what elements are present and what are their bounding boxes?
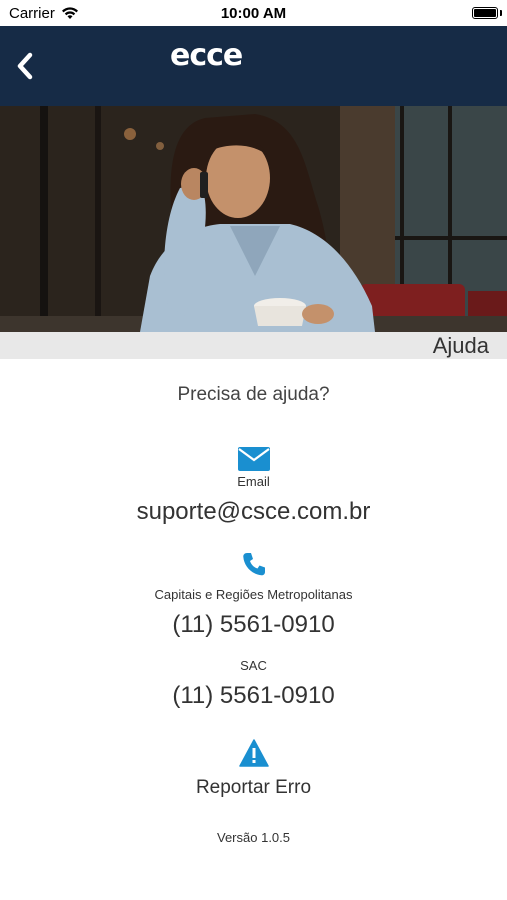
app-version: Versão 1.0.5 <box>217 830 290 845</box>
sac-label: SAC <box>240 658 267 673</box>
phone-icon-wrap <box>0 551 507 577</box>
help-question: Precisa de ajuda? <box>177 384 330 405</box>
hero-photo <box>0 106 507 332</box>
page-title-bar: Ajuda <box>0 332 507 359</box>
page-title: Ajuda <box>432 333 489 358</box>
sac-phone-link[interactable]: (11) 5561-0910 <box>0 682 507 710</box>
warning-icon[interactable] <box>238 739 269 767</box>
status-time: 10:00 AM <box>220 5 287 22</box>
warning-icon-wrap <box>0 739 507 767</box>
email-label: Email <box>237 474 270 489</box>
report-error-button[interactable]: Reportar Erro <box>0 777 507 799</box>
back-arrow-icon <box>17 52 33 80</box>
phone-icon[interactable] <box>241 551 267 577</box>
navigation-bar: ecce <box>0 26 507 106</box>
status-bar: Carrier 10:00 AM <box>0 0 507 26</box>
battery-icon <box>472 7 498 19</box>
email-icon[interactable] <box>237 447 270 471</box>
hero-image <box>0 106 507 332</box>
email-icon-wrap <box>0 447 507 471</box>
brand-logo: ecce <box>170 38 243 73</box>
battery-tip <box>500 10 502 16</box>
capitals-phone-link[interactable]: (11) 5561-0910 <box>0 611 507 639</box>
email-address-link[interactable]: suporte@csce.com.br <box>0 498 507 526</box>
capitals-label: Capitais e Regiões Metropolitanas <box>154 587 353 602</box>
back-button[interactable] <box>10 48 40 84</box>
